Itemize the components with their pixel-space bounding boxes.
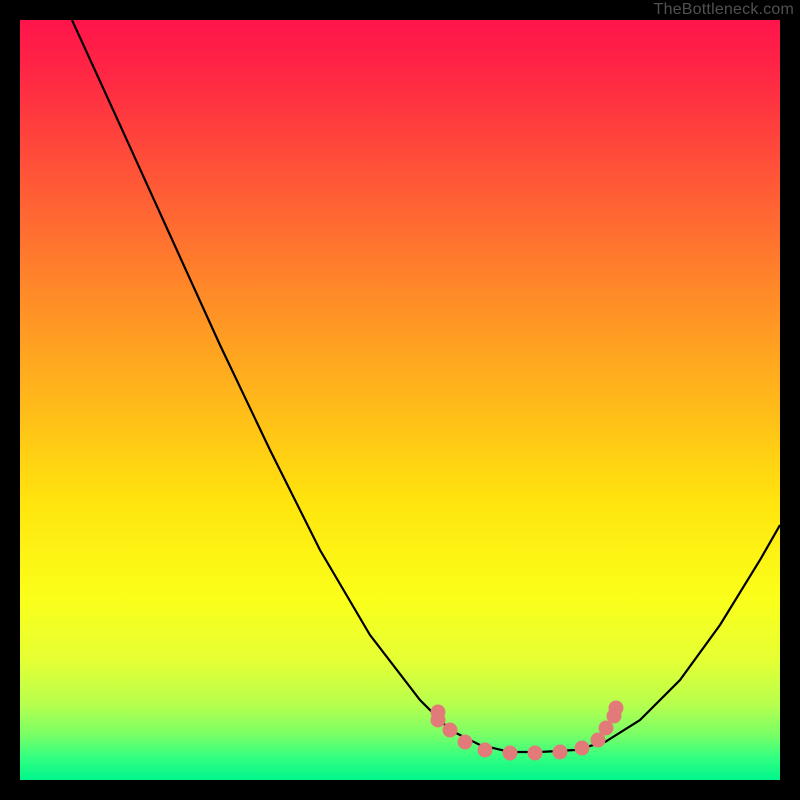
highlight-dot bbox=[553, 745, 568, 760]
highlight-dot bbox=[431, 713, 446, 728]
highlight-dot bbox=[458, 735, 473, 750]
plot-area bbox=[20, 20, 780, 780]
chart-frame: TheBottleneck.com bbox=[0, 0, 800, 800]
highlight-dot bbox=[443, 723, 458, 738]
highlight-dot bbox=[528, 746, 543, 761]
bottleneck-left-branch bbox=[72, 20, 510, 752]
highlight-dot bbox=[609, 701, 624, 716]
highlight-dot bbox=[503, 746, 518, 761]
bottleneck-right-branch bbox=[510, 525, 780, 752]
watermark-text: TheBottleneck.com bbox=[0, 0, 800, 20]
curve-layer bbox=[20, 20, 780, 780]
highlight-dot bbox=[575, 741, 590, 756]
highlight-dot bbox=[478, 743, 493, 758]
